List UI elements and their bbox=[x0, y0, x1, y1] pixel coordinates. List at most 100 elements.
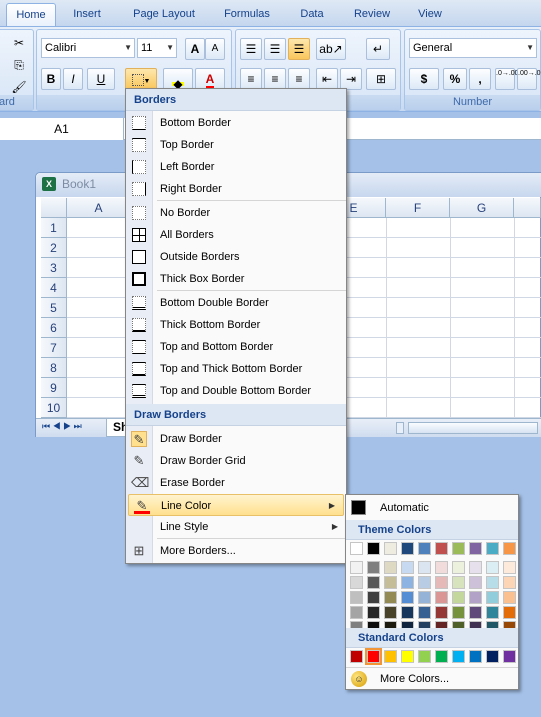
tab-formulas[interactable]: Formulas bbox=[214, 3, 280, 26]
standard-color-swatch[interactable] bbox=[435, 650, 448, 663]
theme-color-shade-swatch[interactable] bbox=[435, 591, 448, 604]
theme-color-swatch[interactable] bbox=[469, 542, 482, 555]
theme-color-swatch[interactable] bbox=[418, 542, 431, 555]
draw-border-grid-item[interactable]: ✎ Draw Border Grid bbox=[126, 450, 346, 472]
column-header[interactable]: F bbox=[386, 198, 450, 218]
theme-color-shade-swatch[interactable] bbox=[486, 576, 499, 589]
no-border-item[interactable]: No Border bbox=[126, 202, 346, 224]
bottom-border-item[interactable]: Bottom Border bbox=[126, 112, 346, 134]
theme-color-shade-swatch[interactable] bbox=[401, 606, 414, 619]
thick-bottom-border-item[interactable]: Thick Bottom Border bbox=[126, 314, 346, 336]
theme-color-shade-swatch[interactable] bbox=[435, 576, 448, 589]
standard-color-swatch[interactable] bbox=[384, 650, 397, 663]
grow-font-button[interactable]: A bbox=[185, 38, 205, 60]
comma-button[interactable]: , bbox=[469, 68, 491, 90]
theme-color-shade-swatch[interactable] bbox=[503, 606, 516, 619]
row-header[interactable]: 7 bbox=[41, 338, 67, 358]
standard-color-swatch[interactable] bbox=[350, 650, 363, 663]
percent-button[interactable]: % bbox=[443, 68, 467, 90]
row-header[interactable]: 1 bbox=[41, 218, 67, 238]
theme-color-shade-swatch[interactable] bbox=[469, 591, 482, 604]
theme-color-shade-swatch[interactable] bbox=[418, 576, 431, 589]
row-header[interactable]: 6 bbox=[41, 318, 67, 338]
horizontal-scrollbar[interactable] bbox=[408, 422, 538, 434]
tab-split-handle[interactable] bbox=[396, 422, 404, 434]
erase-border-item[interactable]: ⌫ Erase Border bbox=[126, 472, 346, 494]
theme-color-shade-swatch[interactable] bbox=[367, 576, 380, 589]
theme-color-shade-swatch[interactable] bbox=[384, 561, 397, 574]
top-align-icon[interactable]: ☰ bbox=[240, 38, 262, 60]
cut-icon[interactable]: ✂ bbox=[9, 32, 29, 54]
shrink-font-button[interactable]: A bbox=[205, 38, 225, 60]
theme-color-shade-swatch[interactable] bbox=[452, 576, 465, 589]
top-border-item[interactable]: Top Border bbox=[126, 134, 346, 156]
decrease-indent-icon[interactable]: ⇤ bbox=[316, 68, 338, 90]
more-borders-item[interactable]: ⊞ More Borders... bbox=[126, 540, 346, 562]
right-border-item[interactable]: Right Border bbox=[126, 178, 346, 200]
theme-color-shade-swatch[interactable] bbox=[418, 561, 431, 574]
theme-color-swatch[interactable] bbox=[452, 542, 465, 555]
theme-color-shade-swatch[interactable] bbox=[384, 606, 397, 619]
italic-button[interactable]: I bbox=[63, 68, 83, 90]
all-borders-item[interactable]: All Borders bbox=[126, 224, 346, 246]
font-color-button[interactable]: A bbox=[195, 68, 225, 90]
copy-icon[interactable]: ⎘ bbox=[9, 54, 29, 76]
theme-color-shade-swatch[interactable] bbox=[503, 576, 516, 589]
thick-box-border-item[interactable]: Thick Box Border bbox=[126, 268, 346, 290]
increase-indent-icon[interactable]: ⇥ bbox=[340, 68, 362, 90]
theme-color-swatch[interactable] bbox=[503, 542, 516, 555]
theme-color-shade-swatch[interactable] bbox=[350, 606, 363, 619]
theme-color-shade-swatch[interactable] bbox=[435, 606, 448, 619]
theme-color-shade-swatch[interactable] bbox=[384, 576, 397, 589]
theme-color-shade-swatch[interactable] bbox=[350, 561, 363, 574]
theme-color-shade-swatch[interactable] bbox=[401, 561, 414, 574]
top-and-double-bottom-border-item[interactable]: Top and Double Bottom Border bbox=[126, 380, 346, 402]
tab-data[interactable]: Data bbox=[290, 3, 334, 26]
theme-color-shade-swatch[interactable] bbox=[418, 591, 431, 604]
theme-color-shade-swatch[interactable] bbox=[503, 561, 516, 574]
column-header[interactable] bbox=[514, 198, 541, 218]
theme-color-swatch[interactable] bbox=[384, 542, 397, 555]
name-box[interactable]: A1 bbox=[0, 118, 124, 140]
bold-button[interactable]: B bbox=[41, 68, 61, 90]
line-style-item[interactable]: Line Style ▶ bbox=[126, 516, 346, 538]
top-and-thick-bottom-border-item[interactable]: Top and Thick Bottom Border bbox=[126, 358, 346, 380]
row-header[interactable]: 9 bbox=[41, 378, 67, 398]
tab-home[interactable]: Home bbox=[6, 3, 56, 26]
theme-color-shade-swatch[interactable] bbox=[384, 591, 397, 604]
font-name-combo[interactable]: Calibri ▼ bbox=[41, 38, 135, 58]
theme-color-swatch[interactable] bbox=[435, 542, 448, 555]
theme-color-swatch[interactable] bbox=[486, 542, 499, 555]
increase-decimal-button[interactable]: .0→.00 bbox=[495, 68, 519, 90]
automatic-color-item[interactable]: Automatic bbox=[346, 497, 518, 519]
standard-color-swatch[interactable] bbox=[469, 650, 482, 663]
fill-color-button[interactable]: ◆ bbox=[163, 68, 193, 91]
theme-color-shade-swatch[interactable] bbox=[469, 576, 482, 589]
orientation-icon[interactable]: ab↗ bbox=[316, 38, 346, 60]
select-all-corner[interactable] bbox=[41, 198, 67, 218]
row-header[interactable]: 4 bbox=[41, 278, 67, 298]
number-format-combo[interactable]: General ▼ bbox=[409, 38, 537, 58]
more-colors-item[interactable]: ☺ More Colors... bbox=[346, 668, 518, 690]
align-right-icon[interactable]: ≡ bbox=[288, 68, 310, 90]
row-header[interactable]: 2 bbox=[41, 238, 67, 258]
theme-color-swatch[interactable] bbox=[367, 542, 380, 555]
outside-borders-item[interactable]: Outside Borders bbox=[126, 246, 346, 268]
theme-color-shade-swatch[interactable] bbox=[401, 576, 414, 589]
top-and-bottom-border-item[interactable]: Top and Bottom Border bbox=[126, 336, 346, 358]
column-header[interactable]: G bbox=[450, 198, 514, 218]
sheet-nav-icon[interactable]: ⏮ ◀ ▶ ⏭ bbox=[42, 421, 82, 432]
standard-color-swatch[interactable] bbox=[418, 650, 431, 663]
theme-color-shade-swatch[interactable] bbox=[367, 591, 380, 604]
decrease-decimal-button[interactable]: .00→.0 bbox=[517, 68, 541, 90]
standard-color-swatch[interactable] bbox=[486, 650, 499, 663]
column-header[interactable]: A bbox=[67, 198, 131, 218]
theme-color-shade-swatch[interactable] bbox=[435, 561, 448, 574]
row-header[interactable]: 5 bbox=[41, 298, 67, 318]
standard-color-swatch[interactable] bbox=[452, 650, 465, 663]
theme-color-shade-swatch[interactable] bbox=[418, 606, 431, 619]
standard-color-swatch[interactable] bbox=[503, 650, 516, 663]
underline-button[interactable]: U bbox=[87, 68, 115, 90]
row-header[interactable]: 3 bbox=[41, 258, 67, 278]
standard-color-swatch[interactable] bbox=[401, 650, 414, 663]
